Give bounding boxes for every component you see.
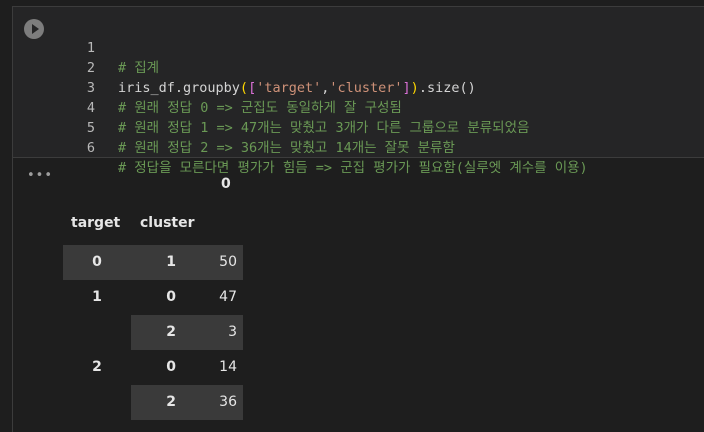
code-line: 4 # 원래 정답 1 => 47개는 맞췄고 3개가 다른 그룹으로 분류되었… — [13, 78, 704, 136]
row-value: 14 — [219, 359, 237, 375]
code-line: 2 iris_df.groupby(['target','cluster']).… — [13, 38, 704, 96]
row-cluster: 1 — [166, 254, 176, 270]
code-line: 3 # 원래 정답 0 => 군집도 동일하게 잘 구성됨 — [13, 58, 704, 116]
code-line: 6 # 정답을 모른다면 평가가 힘듬 => 군집 평가가 필요함(실루엣 계수… — [13, 118, 704, 176]
code-comment: # 원래 정답 2 => 36개는 맞췄고 14개는 잘못 분류함 — [118, 140, 455, 156]
row-cluster: 2 — [166, 324, 176, 340]
row-cluster: 0 — [166, 289, 176, 305]
index-name-cluster: cluster — [140, 215, 195, 231]
code-line: 5 # 원래 정답 2 => 36개는 맞췄고 14개는 잘못 분류함 — [13, 98, 704, 156]
notebook-cell[interactable]: 1 # 집계 2 iris_df.groupby(['target','clus… — [12, 6, 704, 432]
row-value: 47 — [219, 289, 237, 305]
row-value: 3 — [228, 324, 237, 340]
row-target — [63, 315, 131, 350]
row-cluster: 2 — [166, 394, 176, 410]
column-header: 0 — [221, 176, 231, 192]
row-value: 36 — [219, 394, 237, 410]
row-target: 1 — [92, 289, 102, 305]
output-more-button[interactable]: ••• — [27, 168, 53, 183]
cell-output: ••• 0 target cluster 0 1 50 1 0 47 2 3 2… — [13, 158, 704, 432]
row-target — [63, 385, 131, 420]
code-editor[interactable]: 1 # 집계 2 iris_df.groupby(['target','clus… — [13, 7, 704, 176]
code-line: 1 # 집계 — [13, 18, 704, 76]
row-value: 50 — [219, 254, 237, 270]
line-number: 6 — [86, 140, 95, 156]
index-name-target: target — [71, 215, 121, 231]
row-target: 2 — [92, 359, 102, 375]
row-cluster: 0 — [166, 359, 176, 375]
row-target: 0 — [92, 254, 102, 270]
